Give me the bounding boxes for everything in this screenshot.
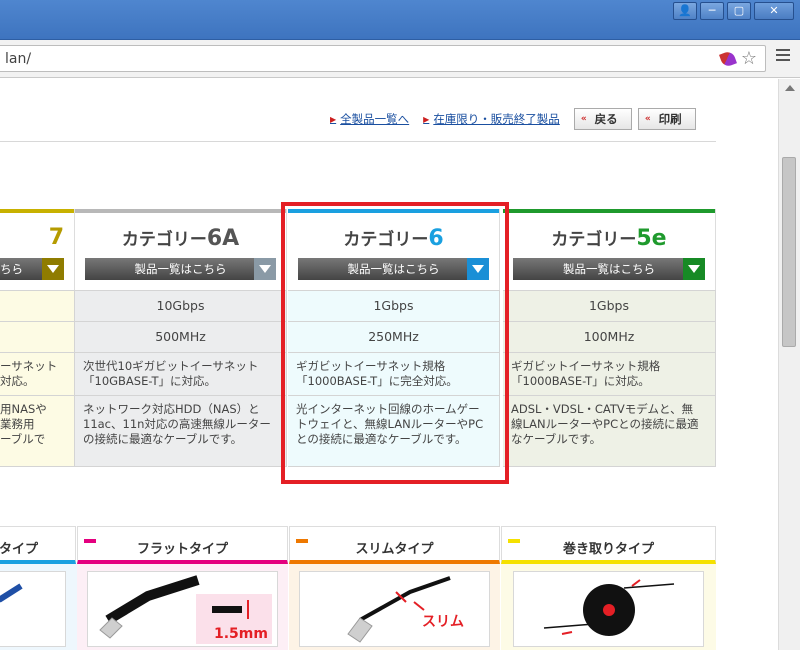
description-cell: 次世代10ギガビットイーサネット 「10GBASE-T」に対応。 [75,352,287,395]
frequency-cell: 500MHz [75,321,287,352]
product-list-button[interactable]: ちら [0,258,64,280]
type-label: 巻き取りタイプ [562,542,654,557]
category-name: 7 [48,225,64,250]
close-button[interactable]: ✕ [754,2,794,20]
window-controls: 👤 ─ ▢ ✕ [673,2,794,20]
type-header-reel: 巻き取りタイプ [501,526,716,564]
bookmark-star-icon[interactable]: ☆ [741,48,757,69]
category-column-5e: カテゴリー5e 製品一覧はこちら 1Gbps 100MHz ギガビットイーサネッ… [503,209,716,467]
cable-image [513,571,704,647]
back-label: 戻る [594,112,618,126]
link-arrow-icon: ▶ [423,114,430,124]
address-url[interactable]: lan/ [5,51,31,67]
product-list-label: 製品一覧はこちら [134,262,227,276]
type-color-mark [84,539,96,543]
discontinued-link[interactable]: ▶ 在庫限り・販売終了製品 [423,111,560,127]
description-cell: ーサネット 対応。 [0,352,75,395]
category-color-bar [503,209,715,213]
type-color-mark [296,539,308,543]
category-header: 7 ちら [0,209,75,290]
address-bar[interactable]: lan/ ☆ [0,45,766,72]
type-header-slim: スリムタイプ [289,526,500,564]
category-column-6a: カテゴリー6A 製品一覧はこちら 10Gbps 500MHz 次世代10ギガビッ… [75,209,287,467]
maximize-button[interactable]: ▢ [727,2,751,20]
type-body-cut [0,564,77,650]
frequency-cell [0,321,75,352]
category-color-bar [75,209,286,213]
top-links: ▶ 全製品一覧へ ▶ 在庫限り・販売終了製品 « 戻る « 印刷 [330,108,702,130]
slim-cable-illustration: スリム [347,576,464,643]
extension-feather-icon[interactable] [719,50,737,68]
all-products-label: 全製品一覧へ [340,112,410,126]
usage-cell: ADSL・VDSL・CATVモデムと、無 線LANルーターやPCとの接続に最適 … [503,395,716,467]
category-column-7: 7 ちら ーサネット 対応。 用NASや 業務用 ーブルで [0,209,75,467]
category-name: カテゴリー6A [121,226,240,251]
link-arrow-icon: ▶ [330,114,337,124]
speed-cell [0,290,75,321]
product-list-button[interactable]: 製品一覧はこちら [85,258,276,280]
cable-image [0,571,66,647]
type-color-mark [508,539,520,543]
speed-cell: 1Gbps [503,290,716,321]
cable-image: スリム [299,571,490,647]
page-viewport: ▶ 全製品一覧へ ▶ 在庫限り・販売終了製品 « 戻る « 印刷 7 ちら ーサ… [0,79,778,650]
menu-icon[interactable] [776,49,790,61]
all-products-link[interactable]: ▶ 全製品一覧へ [330,111,409,127]
product-list-button[interactable]: 製品一覧はこちら [513,258,705,280]
type-body-flat: 1.5mm [77,564,288,650]
type-label: フラットタイプ [136,542,228,557]
dropdown-arrow-icon [42,258,64,280]
back-button[interactable]: « 戻る [573,108,632,130]
category-header: カテゴリー6A 製品一覧はこちら [75,209,287,290]
flat-dimension-label: 1.5mm [214,626,268,642]
page-content: ▶ 全製品一覧へ ▶ 在庫限り・販売終了製品 « 戻る « 印刷 7 ちら ーサ… [0,79,716,650]
slim-label: スリム [422,614,464,630]
print-label: 印刷 [658,112,682,126]
usage-cell: ネットワーク対応HDD（NAS）と 11ac、11n対応の高速無線ルーター の接… [75,395,287,467]
description-cell: ギガビットイーサネット規格 「1000BASE-T」に対応。 [503,352,716,395]
cable-image: 1.5mm [87,571,278,647]
cable-illustration [0,583,23,603]
reel-cable-illustration [543,579,675,636]
dropdown-arrow-icon [683,258,705,280]
category-name: カテゴリー5e [551,226,667,251]
type-body-reel [501,564,716,650]
print-arrow-icon: « [644,114,651,124]
type-label: タイプ [0,542,39,557]
type-label: スリムタイプ [355,542,434,557]
minimize-button[interactable]: ─ [700,2,724,20]
print-button[interactable]: « 印刷 [637,108,696,130]
category-color-bar [0,209,74,213]
usage-cell: 用NASや 業務用 ーブルで [0,395,75,467]
category-header: カテゴリー5e 製品一覧はこちら [503,209,716,290]
type-header-cut: タイプ [0,526,76,564]
product-list-label: ちら [0,262,23,276]
speed-cell: 10Gbps [75,290,287,321]
type-header-flat: フラットタイプ [77,526,288,564]
scroll-up-arrow-icon[interactable] [785,85,795,91]
discontinued-label: 在庫限り・販売終了製品 [433,112,560,126]
window-titlebar: 👤 ─ ▢ ✕ [0,0,800,40]
scroll-thumb[interactable] [782,157,796,347]
user-icon[interactable]: 👤 [673,2,697,20]
product-list-label: 製品一覧はこちら [563,262,655,276]
highlight-frame-category-6 [281,202,509,484]
type-body-slim: スリム [289,564,500,650]
back-arrow-icon: « [580,114,587,124]
vertical-scrollbar[interactable] [778,79,800,650]
divider [0,141,716,142]
frequency-cell: 100MHz [503,321,716,352]
browser-toolbar: lan/ ☆ [0,40,800,78]
flat-cable-illustration: 1.5mm [99,575,272,644]
dropdown-arrow-icon [254,258,276,280]
